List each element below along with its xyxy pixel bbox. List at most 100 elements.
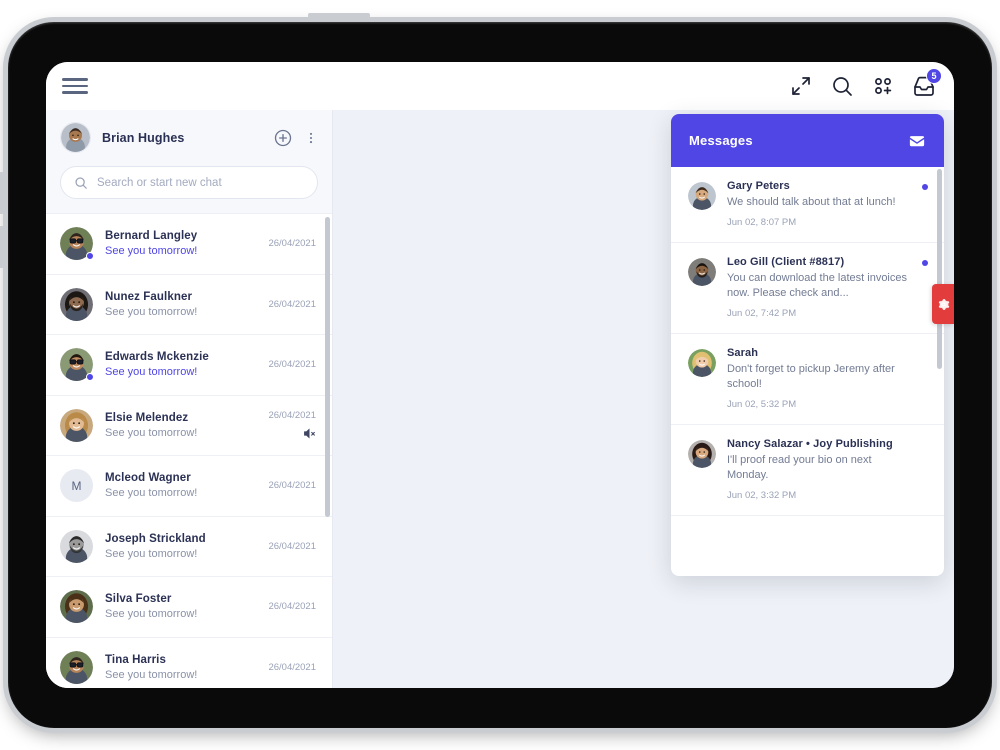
message-timestamp: Jun 02, 5:32 PM xyxy=(727,399,797,410)
chat-timestamp: 26/04/2021 xyxy=(268,661,316,673)
messages-panel-title: Messages xyxy=(689,133,753,148)
chat-item-text: Silva Foster See you tomorrow! xyxy=(105,593,256,620)
message-body: Sarah Don't forget to pickup Jeremy after… xyxy=(727,347,928,410)
message-sender-name: Nancy Salazar • Joy Publishing xyxy=(727,438,893,450)
avatar xyxy=(60,227,94,261)
hamburger-menu-icon[interactable] xyxy=(62,75,88,97)
online-status-dot xyxy=(86,373,94,382)
mute-icon[interactable] xyxy=(303,427,316,440)
chat-timestamp: 26/04/2021 xyxy=(268,410,316,422)
chat-list-item[interactable]: Bernard Langley See you tomorrow! 26/04/20… xyxy=(46,214,332,275)
chat-preview-text: See you tomorrow! xyxy=(105,305,198,318)
chat-item-text: Joseph Strickland See you tomorrow! xyxy=(105,533,256,560)
chat-item-text: Bernard Langley See you tomorrow! xyxy=(105,230,256,257)
messages-dropdown-panel: Messages Gary Peters We should talk abou… xyxy=(671,114,944,576)
hamburger-bar-3 xyxy=(62,91,88,94)
search-box[interactable] xyxy=(60,166,318,199)
chat-preview-text: See you tomorrow! xyxy=(105,366,198,379)
message-sender-name: Sarah xyxy=(727,347,759,359)
envelope-icon[interactable] xyxy=(908,132,926,150)
avatar xyxy=(60,287,93,321)
top-navbar: 5 xyxy=(46,62,954,110)
message-list-item[interactable]: Sarah Don't forget to pickup Jeremy after… xyxy=(671,334,944,425)
chat-item-text: Tina Harris See you tomorrow! xyxy=(105,654,256,681)
message-list-item[interactable]: Gary Peters We should talk about that at … xyxy=(671,167,944,243)
chat-item-text: Mcleod Wagner See you tomorrow! xyxy=(105,472,256,499)
message-sender-name: Gary Peters xyxy=(727,180,790,192)
chat-item-meta: 26/04/2021 xyxy=(268,299,316,310)
chat-list-item[interactable]: Tina Harris See you tomorrow! 26/04/2021 xyxy=(46,638,332,689)
gear-icon xyxy=(938,298,949,310)
search-input[interactable] xyxy=(97,176,304,189)
chat-item-text: Nunez Faulkner See you tomorrow! xyxy=(105,291,256,318)
chat-timestamp: 26/04/2021 xyxy=(268,238,316,250)
chat-contact-name: Nunez Faulkner xyxy=(105,290,193,303)
chat-list-item[interactable]: Edwards Mckenzie See you tomorrow! 26/04/2… xyxy=(46,335,332,396)
chat-list-item[interactable]: Elsie Melendez See you tomorrow! 26/04/202… xyxy=(46,396,332,456)
chat-item-meta: 26/04/2021 xyxy=(268,541,316,552)
avatar-photo xyxy=(60,408,93,442)
message-list-item[interactable]: Leo Gill (Client #8817) You can download … xyxy=(671,243,944,334)
chat-item-meta: 26/04/2021 xyxy=(268,410,316,440)
avatar[interactable] xyxy=(60,122,91,153)
chat-sidebar-header: Brian Hughes xyxy=(46,110,332,214)
unread-indicator-dot xyxy=(922,260,928,266)
chat-list-item[interactable]: M Mcleod Wagner See you tomorrow! 26/04/202… xyxy=(46,456,332,517)
online-status-dot xyxy=(86,252,94,261)
messages-panel-header: Messages xyxy=(671,114,944,167)
fullscreen-expand-icon[interactable] xyxy=(789,74,813,98)
message-sender-name: Leo Gill (Client #8817) xyxy=(727,256,845,268)
avatar xyxy=(60,529,93,563)
hamburger-bar-1 xyxy=(62,78,88,81)
inbox-icon[interactable]: 5 xyxy=(912,68,942,98)
avatar xyxy=(688,182,716,210)
message-timestamp: Jun 02, 8:07 PM xyxy=(727,217,797,228)
chat-timestamp: 26/04/2021 xyxy=(268,480,316,492)
volume-down-button[interactable] xyxy=(0,226,4,268)
inbox-badge: 5 xyxy=(926,68,942,84)
avatar-initial: M xyxy=(60,469,93,503)
power-button[interactable] xyxy=(308,13,370,18)
chat-list-scrollbar[interactable] xyxy=(325,217,330,517)
chat-preview-text: See you tomorrow! xyxy=(105,547,198,560)
message-body: Gary Peters We should talk about that at … xyxy=(727,180,928,228)
search-icon xyxy=(74,176,88,190)
avatar-photo xyxy=(60,650,93,684)
chat-timestamp: 26/04/2021 xyxy=(268,601,316,613)
chat-item-meta: 26/04/2021 xyxy=(268,480,316,491)
plus-circle-icon[interactable] xyxy=(273,128,293,148)
chat-timestamp: 26/04/2021 xyxy=(268,540,316,552)
avatar xyxy=(60,408,93,442)
more-vertical-icon[interactable] xyxy=(304,128,318,148)
messages-panel-scrollbar[interactable] xyxy=(937,169,942,369)
profile-row[interactable]: Brian Hughes xyxy=(60,122,318,153)
chat-preview-text: See you tomorrow! xyxy=(105,668,198,681)
chat-list-item[interactable]: Joseph Strickland See you tomorrow! 26/04/… xyxy=(46,517,332,577)
chat-list-item[interactable]: Nunez Faulkner See you tomorrow! 26/04/202… xyxy=(46,275,332,335)
chat-item-meta: 26/04/2021 xyxy=(268,359,316,370)
avatar xyxy=(688,258,716,286)
avatar xyxy=(688,440,716,468)
volume-up-button[interactable] xyxy=(0,172,4,214)
message-preview-text: We should talk about that at lunch! xyxy=(727,196,896,208)
avatar xyxy=(60,650,93,684)
settings-tab-button[interactable] xyxy=(932,284,954,324)
chat-list-item[interactable]: Silva Foster See you tomorrow! 26/04/2021 xyxy=(46,577,332,638)
message-list-item[interactable]: Nancy Salazar • Joy Publishing I'll proof… xyxy=(671,425,944,516)
unread-indicator-dot xyxy=(922,184,928,190)
apps-add-icon[interactable] xyxy=(871,74,895,98)
tablet-device-frame: 5 Brian Hughes Search or start new chat … xyxy=(0,13,992,728)
chat-preview-text: See you tomorrow! xyxy=(105,487,198,500)
profile-name: Brian Hughes xyxy=(102,130,185,145)
search-icon[interactable] xyxy=(830,74,854,98)
avatar: M xyxy=(60,469,93,503)
chat-contact-name: Bernard Langley xyxy=(105,230,198,243)
chat-item-meta: 26/04/2021 xyxy=(268,601,316,612)
message-preview-text: You can download the latest invoices now… xyxy=(727,272,907,299)
message-preview-text: Don't forget to pickup Jeremy after scho… xyxy=(727,363,895,390)
message-timestamp: Jun 02, 3:32 PM xyxy=(727,490,797,501)
chat-contact-name: Silva Foster xyxy=(105,593,172,606)
chat-timestamp: 26/04/2021 xyxy=(268,359,316,371)
chat-contact-name: Joseph Strickland xyxy=(105,532,206,545)
avatar xyxy=(688,349,716,377)
